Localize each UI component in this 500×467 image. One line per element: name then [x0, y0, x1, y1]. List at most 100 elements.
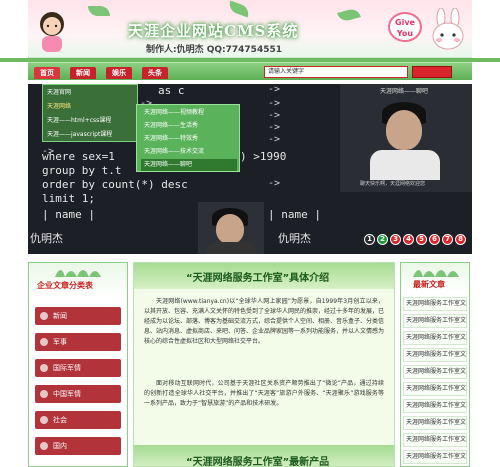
leaf-decoration: [226, 0, 252, 18]
news-link[interactable]: 天涯网络服务工作室文章9: [403, 433, 467, 447]
slide-dot[interactable]: 1: [364, 234, 375, 245]
code-line: ->: [268, 178, 281, 189]
news-link[interactable]: 天涯网络服务工作室文章5: [403, 365, 467, 379]
bullet-icon: [40, 442, 48, 450]
search-input[interactable]: 请输入关键字: [264, 66, 408, 78]
code-line: ) >1990: [240, 150, 287, 163]
person-shirt: [370, 150, 440, 180]
bullet-icon: [40, 312, 48, 320]
code-line: ->: [268, 98, 281, 109]
dropdown-item-active[interactable]: 天涯网络: [47, 101, 71, 113]
code-line: ->: [268, 134, 281, 145]
category-item[interactable]: 国内: [35, 437, 121, 455]
code-line: limit 1;: [42, 192, 95, 205]
news-link[interactable]: 天涯网络服务工作室文章4: [403, 348, 467, 362]
nav-item-home[interactable]: 首页: [34, 67, 60, 79]
video-window-right: 天涯网络——聊吧 聊天快乐啊，天涯网络欢迎您: [340, 84, 472, 192]
video-subcaption: 聊天快乐啊，天涯网络欢迎您: [360, 181, 426, 187]
intro-panel-header: “天涯网络服务工作室”具体介绍: [134, 263, 394, 289]
video-caption: 天涯网络——聊吧: [380, 88, 429, 95]
category-item[interactable]: 社会: [35, 411, 121, 429]
nav-item-entertainment[interactable]: 娱乐: [106, 67, 132, 79]
intro-paragraph: 天涯网络(www.tianya.cn)以“全球华人网上家园”为愿景，自1999年…: [144, 298, 385, 345]
slide-pagination: 1 2 3 4 5 6 7 8: [364, 234, 468, 248]
slide-dot[interactable]: 7: [442, 234, 453, 245]
bullet-icon: [40, 364, 48, 372]
category-panel-title: 企业文章分类表: [37, 281, 93, 290]
submenu: 天涯网络——视频教程 天涯网络——生活秀 天涯网络——特效秀 天涯网络——技术交…: [136, 104, 240, 172]
slide-dot[interactable]: 5: [416, 234, 427, 245]
category-item[interactable]: 中国军情: [35, 385, 121, 403]
category-panel-header: 企业文章分类表: [29, 263, 127, 297]
submenu-item-active[interactable]: 天涯网络——聊吧: [141, 159, 237, 171]
leaf-decoration: [88, 6, 110, 16]
latest-articles-title: 最新文章: [413, 280, 445, 289]
main-nav: 首页 新闻 娱乐 头条 请输入关键字: [28, 62, 472, 80]
dropdown-item[interactable]: 天涯——html+css课程: [47, 115, 111, 127]
code-line: | name |: [42, 208, 95, 221]
news-link[interactable]: 天涯网络服务工作室文章7: [403, 399, 467, 413]
news-link[interactable]: 天涯网络服务工作室文章6: [403, 382, 467, 396]
site-header: 天涯企业网站CMS系统 制作人:仇明杰 QQ:774754551 Give Yo…: [28, 0, 472, 58]
slide-dot-active[interactable]: 2: [377, 234, 388, 245]
nav-item-news[interactable]: 新闻: [70, 67, 96, 79]
code-line: 仇明杰: [30, 232, 63, 245]
site-title[interactable]: 天涯企业网站CMS系统: [128, 20, 298, 41]
category-label: 国际军情: [53, 364, 81, 372]
video-window-mid: [198, 202, 264, 254]
intro-panel: “天涯网络服务工作室”具体介绍 天涯网络(www.tianya.cn)以“全球华…: [133, 262, 395, 467]
latest-articles-header: 最新文章: [401, 263, 469, 293]
code-line: 仇明杰: [278, 232, 311, 245]
person-face: [386, 110, 422, 150]
slide-dot[interactable]: 6: [429, 234, 440, 245]
submenu-item[interactable]: 天涯网络——生活秀: [141, 120, 237, 132]
news-link[interactable]: 天涯网络服务工作室文章8: [403, 416, 467, 430]
banner-slideshow[interactable]: as c -> -> -> -> -> where sex=1 group by…: [28, 84, 472, 254]
intro-paragraph: 面对移动互联网时代，公司基于天涯社区关系资产顺势推出了“微论”产品，通过持续的创…: [144, 380, 384, 407]
badge-line: You: [396, 29, 414, 38]
submenu-item[interactable]: 天涯网络——技术交流: [141, 146, 237, 158]
bullet-icon: [40, 390, 48, 398]
category-label: 社会: [53, 416, 67, 424]
category-item[interactable]: 军事: [35, 333, 121, 351]
slide-dot[interactable]: 3: [390, 234, 401, 245]
products-panel-title: “天涯网络服务工作室”最新产品: [186, 457, 330, 467]
bullet-icon: [40, 416, 48, 424]
give-you-badge: Give You: [388, 12, 422, 42]
dropdown-item[interactable]: 天涯——javascript课程: [47, 129, 112, 141]
category-label: 国内: [53, 442, 67, 450]
grass-icon: [55, 270, 101, 277]
person-face: [216, 214, 244, 244]
cartoon-girl-icon: [40, 12, 64, 52]
category-label: 新闻: [53, 312, 67, 320]
search-button[interactable]: [412, 66, 452, 78]
code-line: as c: [158, 84, 185, 97]
code-line: ->: [268, 84, 281, 95]
category-panel: 企业文章分类表 新闻 军事 国际军情 中国军情 社会 国内: [28, 262, 128, 467]
person-shirt: [206, 242, 256, 254]
page: 天涯企业网站CMS系统 制作人:仇明杰 QQ:774754551 Give Yo…: [0, 0, 500, 467]
news-link[interactable]: 天涯网络服务工作室文章10: [403, 450, 467, 464]
slide-dot[interactable]: 8: [455, 234, 466, 245]
author-info: 制作人:仇明杰 QQ:774754551: [146, 45, 282, 55]
code-line: order by count(*) desc: [42, 178, 188, 191]
category-item[interactable]: 新闻: [35, 307, 121, 325]
news-link[interactable]: 天涯网络服务工作室文章1: [403, 297, 467, 311]
dropdown-menu: 天涯官网 天涯网络 天涯——html+css课程 天涯——javascript课…: [42, 84, 138, 142]
dropdown-item[interactable]: 天涯官网: [47, 87, 71, 99]
grass-icon: [413, 270, 459, 277]
submenu-item[interactable]: 天涯网络——特效秀: [141, 133, 237, 145]
news-link[interactable]: 天涯网络服务工作室文章3: [403, 331, 467, 345]
news-link[interactable]: 天涯网络服务工作室文章2: [403, 314, 467, 328]
category-label: 军事: [53, 338, 67, 346]
code-line: | name |: [268, 208, 321, 221]
nav-item-headlines[interactable]: 头条: [142, 67, 168, 79]
latest-articles-panel: 最新文章 天涯网络服务工作室文章1 天涯网络服务工作室文章2 天涯网络服务工作室…: [400, 262, 470, 467]
bullet-icon: [40, 338, 48, 346]
slide-dot[interactable]: 4: [403, 234, 414, 245]
bunny-icon: [432, 8, 464, 50]
badge-line: Give: [395, 18, 415, 27]
code-line: group by t.t: [42, 164, 122, 177]
category-item[interactable]: 国际军情: [35, 359, 121, 377]
submenu-item[interactable]: 天涯网络——视频教程: [141, 107, 237, 119]
